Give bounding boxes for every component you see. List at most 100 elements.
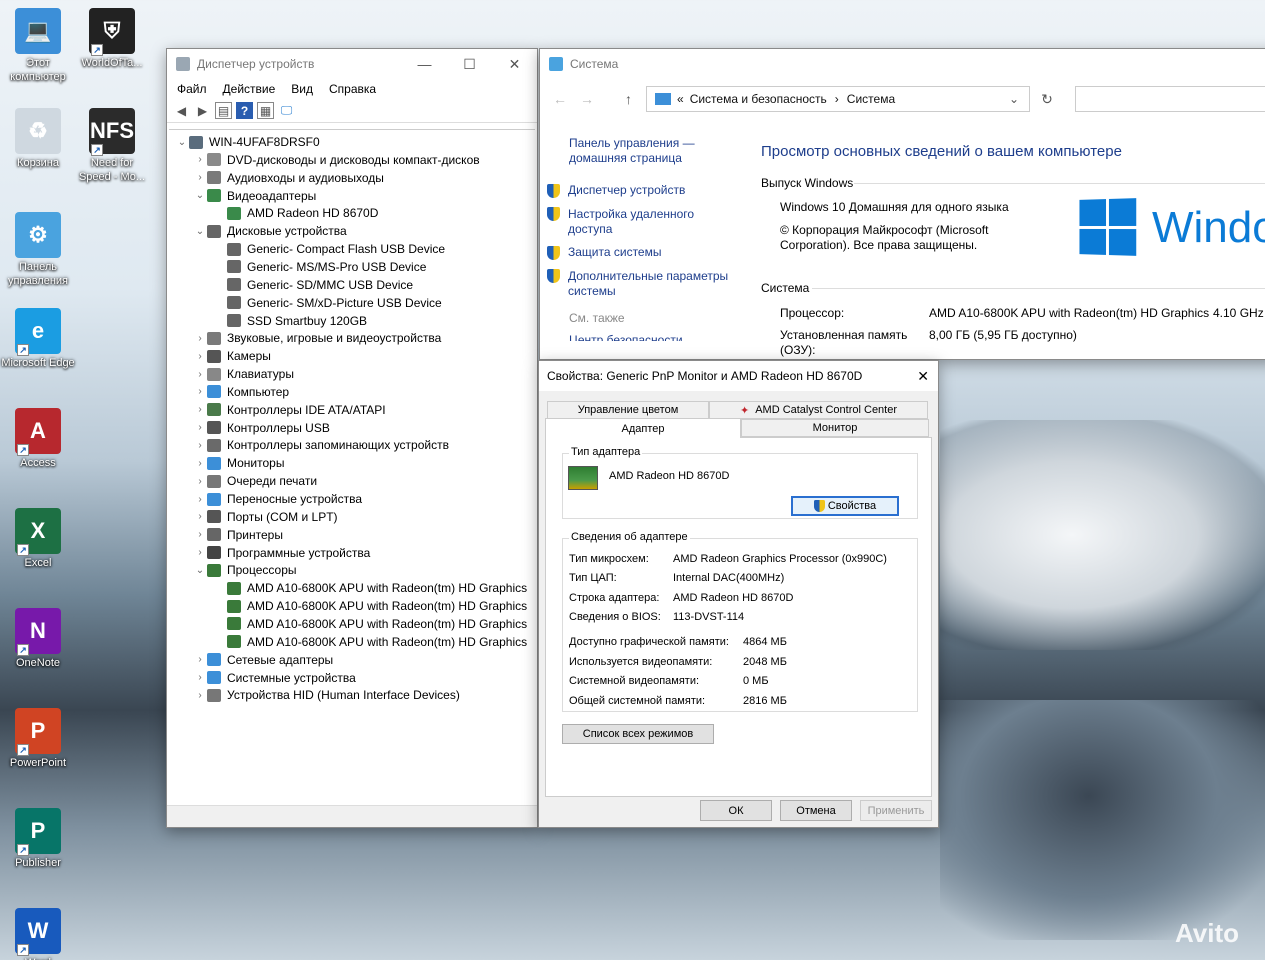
chevron-down-icon[interactable]: ⌄ (193, 190, 207, 201)
chevron-right-icon[interactable]: › (193, 672, 207, 683)
back-icon[interactable]: ◀ (173, 102, 190, 119)
dialog-titlebar[interactable]: Свойства: Generic PnP Monitor и AMD Rade… (539, 361, 938, 391)
tree-category[interactable]: › DVD-дисководы и дисководы компакт-диско… (193, 151, 479, 169)
chevron-right-icon[interactable]: › (193, 511, 207, 522)
menu-action[interactable]: Действие (223, 82, 276, 96)
tree-device[interactable]: Generic- SD/MMC USB Device (213, 276, 413, 294)
tree-device[interactable]: Generic- MS/MS-Pro USB Device (213, 258, 426, 276)
tree-device[interactable]: AMD Radeon HD 8670D (213, 204, 378, 222)
tree-device[interactable]: AMD A10-6800K APU with Radeon(tm) HD Gra… (213, 579, 527, 597)
side-link-protection[interactable]: Защита системы (547, 245, 661, 260)
tree-category[interactable]: › Аудиовходы и аудиовыходы (193, 169, 384, 187)
chevron-right-icon[interactable]: › (193, 458, 207, 469)
tree-category[interactable]: › Контроллеры IDE ATA/ATAPI (193, 401, 385, 419)
chevron-right-icon[interactable]: › (193, 404, 207, 415)
maximize-icon[interactable]: ☐ (447, 56, 492, 73)
desktop-icon[interactable]: N ↗ OneNote (0, 608, 76, 670)
chevron-right-icon[interactable]: › (193, 369, 207, 380)
chevron-right-icon[interactable]: › (193, 386, 207, 397)
devmgr-titlebar[interactable]: Диспетчер устройств — ☐ ✕ (167, 49, 537, 79)
chevron-down-icon[interactable]: ⌄ (1009, 92, 1019, 106)
see-also-link[interactable]: Центр безопасности... (569, 333, 693, 341)
minimize-icon[interactable]: — (402, 56, 447, 73)
address-bar[interactable]: « Система и безопасность › Система ⌄ (646, 86, 1030, 112)
dialog-close-icon[interactable]: ✕ (917, 368, 929, 385)
tree-category[interactable]: › Программные устройства (193, 544, 370, 562)
side-link-devmgr[interactable]: Диспетчер устройств (547, 183, 685, 198)
search-box[interactable] (1075, 86, 1265, 112)
tab-color-management[interactable]: Управление цветом (547, 401, 709, 419)
system-titlebar[interactable]: Система (540, 49, 1265, 79)
tree-category[interactable]: › Компьютер (193, 383, 289, 401)
desktop-icon[interactable]: ⛨ ↗ WorldOfTa... (74, 8, 150, 70)
nav-back-icon[interactable]: ← (553, 91, 567, 107)
side-link-remote[interactable]: Настройка удаленного доступа (547, 207, 717, 237)
properties-icon[interactable]: ▤ (215, 102, 232, 119)
tree-category[interactable]: › Сетевые адаптеры (193, 651, 333, 669)
chevron-right-icon[interactable]: › (193, 494, 207, 505)
help-icon[interactable]: ? (236, 102, 253, 119)
tab-adapter[interactable]: Адаптер (545, 418, 741, 438)
update-icon[interactable]: ▦ (257, 102, 274, 119)
desktop-icon[interactable]: ⚙ Панель управления (0, 212, 76, 288)
menu-help[interactable]: Справка (329, 82, 376, 96)
chevron-right-icon[interactable]: › (193, 476, 207, 487)
chevron-right-icon[interactable]: › (193, 690, 207, 701)
desktop-icon[interactable]: NFS ↗ Need for Speed - Mo... (74, 108, 150, 184)
chevron-down-icon[interactable]: ⌄ (193, 226, 207, 237)
tree-device[interactable]: AMD A10-6800K APU with Radeon(tm) HD Gra… (213, 615, 527, 633)
nav-up-icon[interactable]: ↑ (625, 91, 632, 107)
tree-root[interactable]: ⌄ WIN-4UFAF8DRSF0 (175, 133, 320, 151)
tree-category[interactable]: › Принтеры (193, 526, 283, 544)
chevron-right-icon[interactable]: › (193, 172, 207, 183)
desktop-icon[interactable]: W↗Word (0, 908, 76, 960)
tree-device[interactable]: Generic- SM/xD-Picture USB Device (213, 294, 442, 312)
tree-category[interactable]: › Системные устройства (193, 669, 355, 687)
desktop-icon[interactable]: e ↗ Microsoft Edge (0, 308, 76, 370)
tree-category[interactable]: › Звуковые, игровые и видеоустройства (193, 329, 441, 347)
cancel-button[interactable]: Отмена (780, 800, 852, 821)
tree-category[interactable]: › Контроллеры запоминающих устройств (193, 436, 449, 454)
menu-file[interactable]: Файл (177, 82, 207, 96)
desktop-icon[interactable]: X ↗ Excel (0, 508, 76, 570)
desktop-icon[interactable]: A ↗ Access (0, 408, 76, 470)
chevron-right-icon[interactable]: › (193, 547, 207, 558)
tab-monitor[interactable]: Монитор (741, 419, 929, 437)
crumb-security[interactable]: Система и безопасность (690, 92, 827, 106)
tree-category[interactable]: › Камеры (193, 347, 271, 365)
close-icon[interactable]: ✕ (492, 56, 537, 73)
desktop-icon[interactable]: P ↗ PowerPoint (0, 708, 76, 770)
nav-forward-icon[interactable]: → (580, 91, 594, 107)
chevron-right-icon[interactable]: › (193, 333, 207, 344)
menu-view[interactable]: Вид (291, 82, 313, 96)
tree-category[interactable]: › Очереди печати (193, 472, 317, 490)
chevron-right-icon[interactable]: › (193, 422, 207, 433)
chevron-down-icon[interactable]: ⌄ (193, 565, 207, 576)
tree-category[interactable]: › Устройства HID (Human Interface Devices… (193, 686, 460, 704)
desktop-icon[interactable]: P ↗ Publisher (0, 808, 76, 870)
chevron-right-icon[interactable]: › (193, 154, 207, 165)
tree-category[interactable]: › Порты (COM и LPT) (193, 508, 337, 526)
chevron-down-icon[interactable]: ⌄ (175, 137, 189, 148)
tree-device[interactable]: AMD A10-6800K APU with Radeon(tm) HD Gra… (213, 597, 527, 615)
ok-button[interactable]: ОК (700, 800, 772, 821)
control-panel-home-link[interactable]: Панель управления — домашняя страница (569, 136, 709, 166)
tree-category[interactable]: ⌄ Дисковые устройства (193, 222, 347, 240)
tree-category[interactable]: › Контроллеры USB (193, 419, 330, 437)
tree-device[interactable]: SSD Smartbuy 120GB (213, 312, 367, 330)
chevron-right-icon[interactable]: › (193, 654, 207, 665)
tree-category[interactable]: › Переносные устройства (193, 490, 362, 508)
refresh-icon[interactable]: ↻ (1032, 86, 1062, 112)
crumb-system[interactable]: Система (847, 92, 895, 106)
tree-device[interactable]: AMD A10-6800K APU with Radeon(tm) HD Gra… (213, 633, 527, 651)
tree-category[interactable]: › Мониторы (193, 454, 284, 472)
chevron-right-icon[interactable]: › (193, 351, 207, 362)
tree-category[interactable]: › Клавиатуры (193, 365, 294, 383)
list-all-modes-button[interactable]: Список всех режимов (562, 724, 714, 744)
monitor-icon[interactable]: 🖵 (278, 102, 295, 119)
side-link-advanced[interactable]: Дополнительные параметры системы (547, 269, 747, 299)
forward-icon[interactable]: ▶ (194, 102, 211, 119)
apply-button[interactable]: Применить (860, 800, 932, 821)
tree-device[interactable]: Generic- Compact Flash USB Device (213, 240, 445, 258)
chevron-right-icon[interactable]: › (193, 440, 207, 451)
